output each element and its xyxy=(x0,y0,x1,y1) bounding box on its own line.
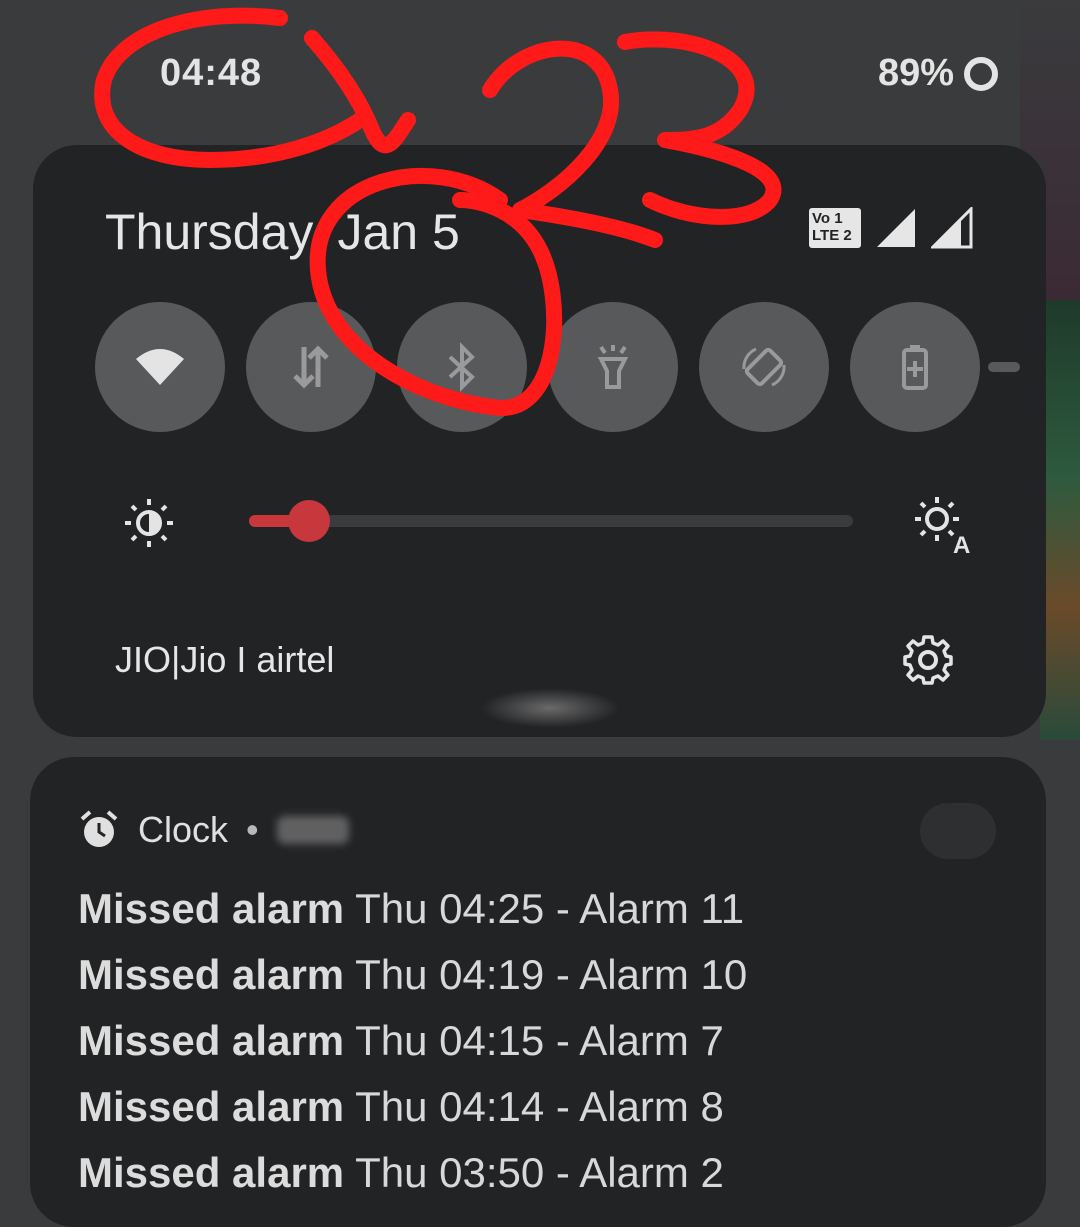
notification-header: Clock • xyxy=(78,809,349,851)
brightness-low-icon xyxy=(125,499,173,547)
alarm-clock-icon xyxy=(80,810,118,847)
battery-status: 89% xyxy=(878,52,998,95)
auto-brightness-icon[interactable]: A xyxy=(909,491,973,555)
signal-strength-icon xyxy=(877,209,915,247)
clock-notification[interactable]: Clock • Missed alarm Thu 04:25 - Alarm 1… xyxy=(30,757,1046,1227)
redacted-time xyxy=(276,816,349,844)
brightness-slider-thumb[interactable] xyxy=(288,500,331,542)
mobile-data-tile[interactable] xyxy=(246,302,376,432)
battery-percent: 89% xyxy=(877,52,954,94)
wallpaper-edge xyxy=(1040,300,1080,740)
signal-strength-icon xyxy=(931,207,973,249)
alarm-detail: Thu 04:19 - Alarm 10 xyxy=(355,951,748,998)
battery-ring-icon xyxy=(964,56,998,91)
flashlight-icon xyxy=(597,345,629,389)
alarm-title: Missed alarm xyxy=(78,885,345,932)
list-item: Missed alarm Thu 04:25 - Alarm 11 xyxy=(78,883,747,949)
auto-rotate-tile[interactable] xyxy=(699,302,829,432)
alarm-title: Missed alarm xyxy=(78,1017,345,1064)
battery-plus-icon xyxy=(902,345,928,390)
expand-button[interactable] xyxy=(920,803,996,859)
settings-gear-icon[interactable] xyxy=(901,633,955,687)
tiles-page-indicator[interactable] xyxy=(988,362,1020,372)
header-separator: • xyxy=(246,809,259,850)
smudge xyxy=(480,688,620,728)
wifi-tile[interactable] xyxy=(95,302,225,432)
bluetooth-tile[interactable] xyxy=(397,302,527,432)
brightness-slider[interactable] xyxy=(249,500,853,542)
alarm-detail: Thu 04:25 - Alarm 11 xyxy=(355,885,745,932)
alarm-detail: Thu 04:15 - Alarm 7 xyxy=(355,1017,724,1064)
list-item: Missed alarm Thu 03:50 - Alarm 2 xyxy=(78,1147,747,1213)
alarm-detail: Thu 04:14 - Alarm 8 xyxy=(355,1083,724,1130)
battery-saver-tile[interactable] xyxy=(850,302,980,432)
quick-tiles xyxy=(95,302,980,432)
volte-icon: Vo 1 LTE 2 xyxy=(809,208,861,248)
list-item: Missed alarm Thu 04:14 - Alarm 8 xyxy=(78,1081,747,1147)
missed-alarm-list: Missed alarm Thu 04:25 - Alarm 11 Missed… xyxy=(78,883,747,1213)
list-item: Missed alarm Thu 04:15 - Alarm 7 xyxy=(78,1015,747,1081)
list-item: Missed alarm Thu 04:19 - Alarm 10 xyxy=(78,949,747,1015)
system-icons: Vo 1 LTE 2 xyxy=(809,207,973,249)
quick-settings-panel: Thursday, Jan 5 Vo 1 LTE 2 A JIO|Jio I a… xyxy=(33,145,1046,737)
flashlight-tile[interactable] xyxy=(548,302,678,432)
bluetooth-icon xyxy=(448,342,475,392)
svg-text:A: A xyxy=(953,532,970,555)
data-arrows-icon xyxy=(293,345,329,389)
wifi-icon xyxy=(136,349,184,385)
alarm-detail: Thu 03:50 - Alarm 2 xyxy=(355,1149,724,1196)
status-time: 04:48 xyxy=(160,52,263,94)
notification-app-name: Clock xyxy=(138,809,229,850)
alarm-title: Missed alarm xyxy=(78,951,345,998)
alarm-title: Missed alarm xyxy=(78,1149,345,1196)
date-label: Thursday, Jan 5 xyxy=(105,204,460,260)
rotate-icon xyxy=(742,347,786,387)
alarm-title: Missed alarm xyxy=(78,1083,345,1130)
carrier-label: JIO|Jio I airtel xyxy=(115,639,335,680)
